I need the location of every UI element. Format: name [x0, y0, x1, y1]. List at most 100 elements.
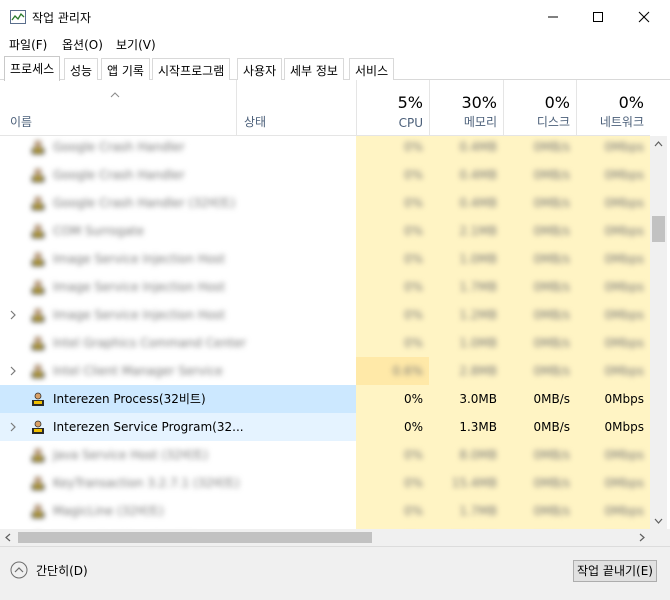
cpu-value: 0.6% — [356, 357, 429, 385]
process-row[interactable]: Interezen Process(32비트) 0% 3.0MB 0MB/s 0Mbps — [0, 385, 650, 413]
tab-startup[interactable]: 시작프로그램 — [152, 58, 231, 80]
fewer-details-toggle[interactable]: 간단히(D) — [10, 561, 88, 579]
disk-value: 0MB/s — [503, 441, 576, 469]
network-value: 0Mbps — [576, 273, 650, 301]
process-icon — [32, 448, 44, 462]
process-row[interactable]: Google Crash Handler 0% 0.4MB 0MB/s 0Mbps — [0, 136, 650, 161]
disk-value: 0MB/s — [503, 273, 576, 301]
column-cpu[interactable]: 5% CPU — [356, 80, 429, 136]
horizontal-scroll-thumb[interactable] — [18, 532, 372, 543]
disk-total: 0% — [544, 93, 570, 112]
process-name: Interezen Process(32비트) — [53, 392, 206, 406]
network-value: 0Mbps — [576, 497, 650, 525]
memory-value-text: 8.0MB — [459, 448, 497, 462]
process-row[interactable]: KeyTransaction 3.2.7.1 (32비트) 0% 15.4MB 0MB… — [0, 469, 650, 497]
process-icon — [32, 420, 44, 434]
column-disk[interactable]: 0% 디스크 — [503, 80, 576, 136]
process-name: Intel Client Manager Service — [53, 364, 223, 378]
column-cpu-label: CPU — [398, 116, 423, 130]
memory-value: 8.0MB — [429, 441, 503, 469]
tab-processes[interactable]: 프로세스 — [4, 56, 61, 81]
process-row[interactable]: Google Crash Handler 0% 0.4MB 0MB/s 0Mbps — [0, 161, 650, 189]
vertical-scroll-thumb[interactable] — [652, 216, 665, 242]
process-name: Interezen Service Program(32... — [53, 420, 244, 434]
disk-value-text: 0MB/s — [533, 504, 570, 518]
maximize-icon — [593, 12, 603, 22]
network-value-text: 0Mbps — [604, 168, 644, 182]
scroll-up-icon[interactable] — [654, 141, 663, 147]
close-button[interactable] — [621, 0, 667, 34]
tab-services[interactable]: 서비스 — [349, 58, 395, 80]
task-manager-icon — [10, 10, 26, 24]
process-icon — [32, 140, 44, 154]
expand-chevron-icon[interactable] — [9, 421, 17, 433]
disk-value-text: 0MB/s — [533, 252, 570, 266]
expand-chevron-icon[interactable] — [9, 365, 17, 377]
process-name: Google Crash Handler (32비트) — [53, 196, 236, 210]
menu-options[interactable]: 옵션(O) — [62, 36, 103, 53]
disk-value-text: 0MB/s — [533, 392, 570, 406]
network-value-text: 0Mbps — [604, 140, 644, 154]
process-name: MagicLine (32비트) — [53, 504, 164, 518]
memory-value-text: 2.1MB — [459, 224, 497, 238]
process-row[interactable]: COM Surrogate 0% 2.1MB 0MB/s 0Mbps — [0, 217, 650, 245]
process-row[interactable]: Interezen Service Program(32... 0% 1.3MB 0M… — [0, 413, 650, 441]
memory-value: 1.0MB — [429, 245, 503, 273]
fewer-details-label: 간단히(D) — [36, 563, 88, 578]
process-name: Intel Graphics Command Center — [53, 336, 247, 350]
menu-bar: 파일(F) 옵션(O) 보기(V) — [0, 34, 670, 54]
process-row[interactable]: Image Service Injection Host 0% 1.7MB 0MB/s… — [0, 273, 650, 301]
tab-performance[interactable]: 성능 — [64, 58, 99, 80]
footer-bar: 간단히(D) 작업 끝내기(E) — [0, 546, 670, 600]
tab-users[interactable]: 사용자 — [237, 58, 283, 80]
process-icon — [32, 364, 44, 378]
column-name-label: 이름 — [10, 115, 33, 129]
process-row[interactable]: Intel Graphics Command Center 0% 1.0MB 0MB/… — [0, 329, 650, 357]
process-row[interactable]: Image Service Injection Host 0% 1.2MB 0MB/s… — [0, 301, 650, 329]
scroll-left-icon[interactable] — [5, 533, 11, 542]
process-row[interactable]: Intel Client Manager Service 0.6% 2.8MB 0MB… — [0, 357, 650, 385]
menu-file[interactable]: 파일(F) — [9, 36, 47, 53]
cpu-value-text: 0% — [403, 196, 423, 210]
memory-value: 1.0MB — [429, 329, 503, 357]
memory-value: 1.3MB — [429, 413, 503, 441]
cpu-total: 5% — [397, 93, 423, 112]
disk-value-text: 0MB/s — [533, 364, 570, 378]
sort-up-icon — [110, 92, 120, 98]
column-network[interactable]: 0% 네트워크 — [576, 80, 650, 136]
scroll-down-icon[interactable] — [654, 518, 663, 524]
memory-value-text: 1.3MB — [459, 420, 497, 434]
end-task-button[interactable]: 작업 끝내기(E) — [573, 560, 657, 582]
horizontal-scrollbar[interactable] — [0, 529, 650, 546]
minimize-button[interactable] — [530, 0, 576, 34]
process-icon — [32, 168, 44, 182]
disk-value: 0MB/s — [503, 161, 576, 189]
network-value-text: 0Mbps — [604, 392, 644, 406]
cpu-value-text: 0% — [403, 504, 423, 518]
tab-app-history[interactable]: 앱 기록 — [101, 58, 150, 80]
memory-value: 0.4MB — [429, 189, 503, 217]
cpu-value-text: 0% — [403, 280, 423, 294]
disk-value-text: 0MB/s — [533, 140, 570, 154]
vertical-scrollbar[interactable] — [650, 136, 667, 529]
minimize-icon — [548, 16, 558, 18]
expand-chevron-icon[interactable] — [9, 309, 17, 321]
process-row[interactable]: Java Service Host (32비트) 0% 8.0MB 0MB/s 0Mbp… — [0, 441, 650, 469]
memory-value: 1.7MB — [429, 497, 503, 525]
process-row[interactable]: Google Crash Handler (32비트) 0% 0.4MB 0MB/s 0… — [0, 189, 650, 217]
column-status-label: 상태 — [244, 115, 267, 129]
maximize-button[interactable] — [575, 0, 621, 34]
cpu-value: 0% — [356, 301, 429, 329]
menu-view[interactable]: 보기(V) — [116, 36, 156, 53]
tab-details[interactable]: 세부 정보 — [284, 58, 344, 80]
disk-value-text: 0MB/s — [533, 420, 570, 434]
disk-value-text: 0MB/s — [533, 336, 570, 350]
scroll-right-icon[interactable] — [639, 533, 645, 542]
network-value: 0Mbps — [576, 161, 650, 189]
column-status[interactable]: 상태 — [236, 80, 356, 136]
column-memory[interactable]: 30% 메모리 — [429, 80, 503, 136]
process-row[interactable]: MagicLine (32비트) 0% 1.7MB 0MB/s 0Mbps — [0, 497, 650, 525]
process-row[interactable]: Image Service Injection Host 0% 1.0MB 0MB/s… — [0, 245, 650, 273]
memory-total: 30% — [461, 93, 497, 112]
column-name[interactable]: 이름 — [0, 80, 236, 136]
